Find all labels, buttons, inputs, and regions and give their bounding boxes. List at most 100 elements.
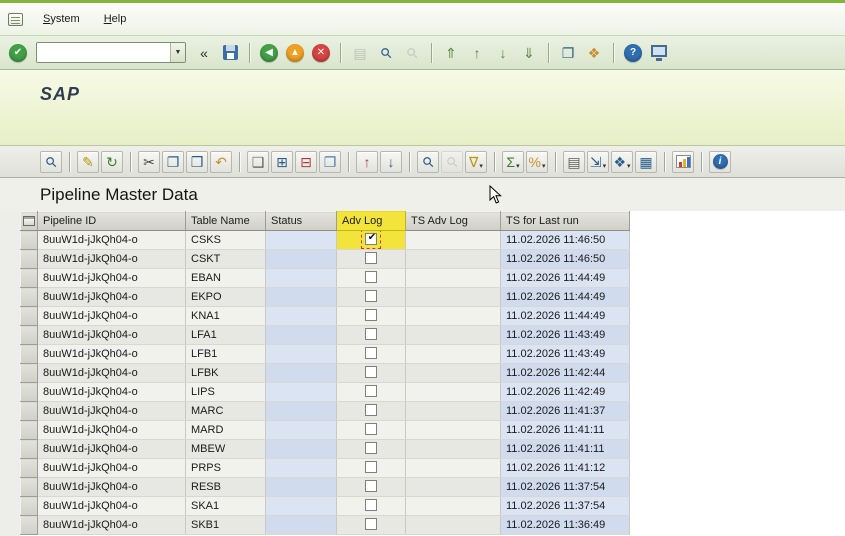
cell-adv-log[interactable]: [336, 344, 406, 364]
cell-pipeline-id[interactable]: 8uuW1d-jJkQh04-o: [37, 439, 186, 459]
save-button[interactable]: [218, 41, 242, 65]
cell-status[interactable]: [265, 496, 337, 516]
cell-ts-adv-log[interactable]: [405, 249, 501, 269]
command-input[interactable]: [37, 43, 170, 62]
adv-log-checkbox[interactable]: [365, 403, 377, 416]
copy-button[interactable]: ❐: [162, 150, 184, 173]
cell-ts-adv-log[interactable]: [405, 325, 501, 345]
adv-log-checkbox[interactable]: [365, 384, 377, 397]
cell-pipeline-id[interactable]: 8uuW1d-jJkQh04-o: [37, 306, 186, 326]
control-menu-icon[interactable]: [8, 12, 23, 26]
cell-table-name[interactable]: RESB: [185, 477, 266, 497]
cell-ts-last-run[interactable]: 11.02.2026 11:43:49: [500, 344, 630, 364]
row-selector[interactable]: [20, 439, 38, 459]
find-button[interactable]: ⚲: [417, 150, 439, 173]
cell-status[interactable]: [265, 477, 337, 497]
cell-ts-adv-log[interactable]: [405, 420, 501, 440]
cell-status[interactable]: [265, 325, 337, 345]
cell-ts-last-run[interactable]: 11.02.2026 11:44:49: [500, 287, 630, 307]
column-header[interactable]: Table Name: [185, 211, 266, 231]
cell-adv-log[interactable]: [336, 401, 406, 421]
cell-status[interactable]: [265, 439, 337, 459]
cell-ts-adv-log[interactable]: [405, 439, 501, 459]
find-next-button[interactable]: ⚲: [441, 150, 463, 173]
cell-status[interactable]: [265, 306, 337, 326]
cell-status[interactable]: [265, 268, 337, 288]
command-dropdown-button[interactable]: ▼: [170, 43, 185, 62]
enter-button[interactable]: ✔: [6, 41, 30, 65]
views-button[interactable]: ❖ ▾: [611, 150, 633, 173]
cell-adv-log[interactable]: [336, 249, 406, 269]
cell-table-name[interactable]: MARC: [185, 401, 266, 421]
cell-ts-adv-log[interactable]: [405, 230, 501, 250]
find-next-button[interactable]: ⚲: [400, 41, 424, 65]
cell-status[interactable]: [265, 344, 337, 364]
cell-adv-log[interactable]: [336, 268, 406, 288]
adv-log-checkbox[interactable]: [365, 498, 377, 511]
cell-pipeline-id[interactable]: 8uuW1d-jJkQh04-o: [37, 458, 186, 478]
exit-button[interactable]: ▲: [283, 41, 307, 65]
adv-log-checkbox[interactable]: [365, 460, 377, 473]
cell-pipeline-id[interactable]: 8uuW1d-jJkQh04-o: [37, 420, 186, 440]
column-header[interactable]: Status: [265, 211, 337, 231]
cell-table-name[interactable]: SKA1: [185, 496, 266, 516]
cell-status[interactable]: [265, 382, 337, 402]
duplicate-row-button[interactable]: ❐: [319, 150, 341, 173]
chart-button[interactable]: [672, 150, 694, 173]
row-selector[interactable]: [20, 515, 38, 535]
cell-ts-last-run[interactable]: 11.02.2026 11:36:49: [500, 515, 630, 535]
cell-adv-log[interactable]: [336, 420, 406, 440]
cell-pipeline-id[interactable]: 8uuW1d-jJkQh04-o: [37, 268, 186, 288]
cell-adv-log[interactable]: [336, 287, 406, 307]
menu-help[interactable]: Help: [100, 11, 131, 27]
row-selector[interactable]: [20, 477, 38, 497]
cell-pipeline-id[interactable]: 8uuW1d-jJkQh04-o: [37, 325, 186, 345]
help-button[interactable]: ?: [621, 41, 645, 65]
cell-adv-log[interactable]: [336, 306, 406, 326]
collapse-command-button[interactable]: «: [192, 41, 216, 65]
cell-adv-log[interactable]: [336, 439, 406, 459]
cell-pipeline-id[interactable]: 8uuW1d-jJkQh04-o: [37, 401, 186, 421]
delete-row-button[interactable]: ⊟: [295, 150, 317, 173]
adv-log-checkbox[interactable]: [365, 232, 378, 245]
cell-ts-adv-log[interactable]: [405, 458, 501, 478]
print-button[interactable]: ▤: [348, 41, 372, 65]
export-button[interactable]: ⇲ ▾: [587, 150, 609, 173]
cell-pipeline-id[interactable]: 8uuW1d-jJkQh04-o: [37, 496, 186, 516]
cell-ts-last-run[interactable]: 11.02.2026 11:41:12: [500, 458, 630, 478]
cell-table-name[interactable]: EBAN: [185, 268, 266, 288]
table-settings-button[interactable]: ▦: [635, 150, 657, 173]
cell-table-name[interactable]: MARD: [185, 420, 266, 440]
cell-adv-log[interactable]: [336, 515, 406, 535]
cell-ts-last-run[interactable]: 11.02.2026 11:37:54: [500, 496, 630, 516]
row-selector[interactable]: [20, 401, 38, 421]
cell-ts-last-run[interactable]: 11.02.2026 11:44:49: [500, 268, 630, 288]
cell-adv-log[interactable]: [336, 230, 406, 250]
back-button[interactable]: ◀: [257, 41, 281, 65]
row-selector[interactable]: [20, 268, 38, 288]
last-page-button[interactable]: ⇓: [517, 41, 541, 65]
cell-adv-log[interactable]: [336, 382, 406, 402]
cell-table-name[interactable]: PRPS: [185, 458, 266, 478]
cell-ts-adv-log[interactable]: [405, 268, 501, 288]
cell-pipeline-id[interactable]: 8uuW1d-jJkQh04-o: [37, 230, 186, 250]
details-button[interactable]: ⚲: [40, 150, 62, 173]
cell-table-name[interactable]: LFB1: [185, 344, 266, 364]
cell-status[interactable]: [265, 249, 337, 269]
row-selector[interactable]: [20, 325, 38, 345]
adv-log-checkbox[interactable]: [365, 251, 377, 264]
cell-status[interactable]: [265, 420, 337, 440]
adv-log-checkbox[interactable]: [365, 517, 377, 530]
cell-ts-last-run[interactable]: 11.02.2026 11:42:49: [500, 382, 630, 402]
sum-button[interactable]: Σ ▾: [502, 150, 524, 173]
find-button[interactable]: ⚲: [374, 41, 398, 65]
sort-ascending-button[interactable]: ↑: [356, 150, 378, 173]
refresh-button[interactable]: ↻: [101, 150, 123, 173]
adv-log-checkbox[interactable]: [365, 479, 377, 492]
first-page-button[interactable]: ⇑: [439, 41, 463, 65]
cut-button[interactable]: ✂: [138, 150, 160, 173]
adv-log-checkbox[interactable]: [365, 441, 377, 454]
cell-ts-last-run[interactable]: 11.02.2026 11:42:44: [500, 363, 630, 383]
cell-pipeline-id[interactable]: 8uuW1d-jJkQh04-o: [37, 363, 186, 383]
cell-status[interactable]: [265, 515, 337, 535]
